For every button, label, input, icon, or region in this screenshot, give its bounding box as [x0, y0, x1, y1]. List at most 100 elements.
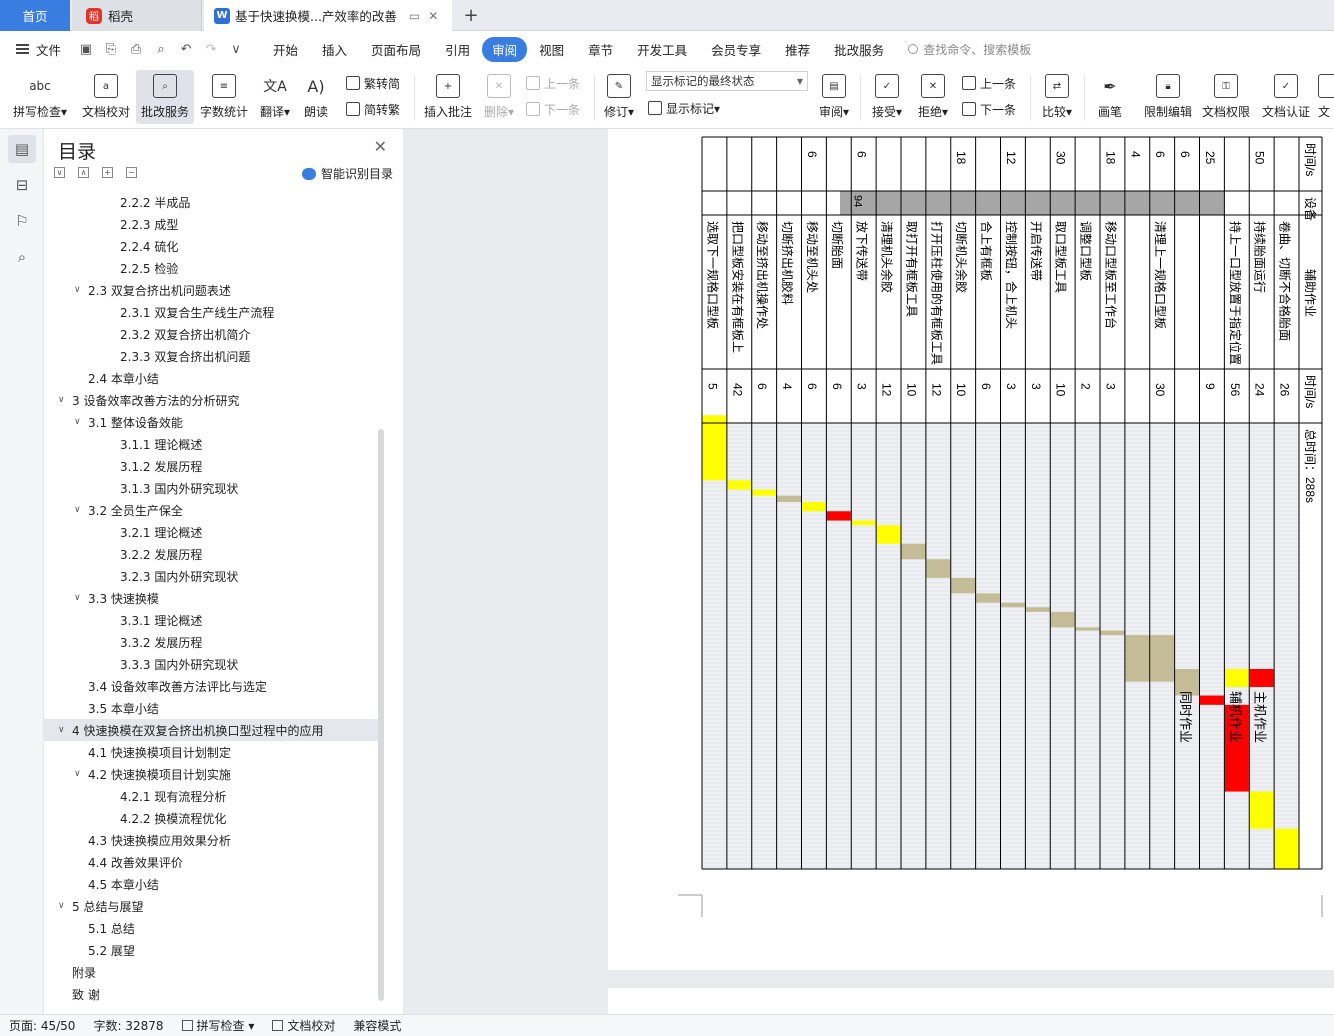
- toc-item[interactable]: 4.4 改善效果评价: [44, 851, 380, 873]
- remove-heading-icon[interactable]: −: [126, 167, 137, 178]
- track-changes-button[interactable]: ✎ 修订▾: [598, 70, 640, 124]
- page-indicator[interactable]: 页面: 45/50: [0, 1017, 84, 1034]
- doc-permission-button[interactable]: ⚿ 文档权限: [1198, 70, 1254, 124]
- redo-icon[interactable]: ↷: [204, 42, 218, 57]
- smart-toc-button[interactable]: 智能识别目录: [301, 165, 393, 182]
- status-doc-check[interactable]: 文档校对: [263, 1017, 344, 1034]
- print-icon[interactable]: ⎙: [129, 42, 143, 57]
- markup-state-select[interactable]: 显示标记的最终状态 ▼: [646, 71, 808, 91]
- toc-scrollbar[interactable]: [378, 429, 384, 1001]
- toc-item[interactable]: ∨ 4.2 快速换模项目计划实施: [44, 763, 380, 785]
- delete-comment-button[interactable]: ✕ 删除▾: [478, 70, 520, 124]
- tab-window-icon[interactable]: ▭: [409, 9, 420, 23]
- translate-button[interactable]: 文A 翻译▾: [254, 70, 296, 124]
- tab-close-icon[interactable]: ✕: [428, 9, 438, 23]
- next-comment-button[interactable]: 下一条: [526, 99, 580, 119]
- toc-item[interactable]: ∨ 4 快速换模在双复合挤出机换口型过程中的应用: [44, 719, 380, 741]
- toc-item[interactable]: 2.3.2 双复合挤出机简介: [44, 323, 380, 345]
- prev-change-button[interactable]: 上一条: [962, 73, 1016, 93]
- toc-item[interactable]: ∨ 3.2 全员生产保全: [44, 499, 380, 521]
- chevron-down-icon[interactable]: ∨: [74, 417, 88, 427]
- toc-item[interactable]: 3.4 设备效率改善方法评比与选定: [44, 675, 380, 697]
- toc-item[interactable]: 3.2.2 发展历程: [44, 543, 380, 565]
- collapse-all-icon[interactable]: ∨: [54, 167, 65, 178]
- read-aloud-button[interactable]: A) 朗读: [298, 70, 334, 124]
- toc-item[interactable]: 致 谢: [44, 983, 380, 1005]
- toc-item[interactable]: 4.2.1 现有流程分析: [44, 785, 380, 807]
- toc-item[interactable]: 3.1.2 发展历程: [44, 455, 380, 477]
- close-icon[interactable]: ✕: [374, 137, 387, 156]
- chevron-down-icon[interactable]: ∨: [74, 505, 88, 515]
- toc-item[interactable]: 4.5 本章小结: [44, 873, 380, 895]
- toc-item[interactable]: 3.1.3 国内外研究现状: [44, 477, 380, 499]
- add-heading-icon[interactable]: +: [102, 167, 113, 178]
- toc-item[interactable]: 2.3.1 双复合生产线生产流程: [44, 301, 380, 323]
- save-icon[interactable]: ▣: [79, 42, 93, 57]
- simp-to-trad-button[interactable]: 简转繁: [346, 99, 400, 119]
- toc-item[interactable]: ∨ 5 总结与展望: [44, 895, 380, 917]
- toc-item[interactable]: ∨ 3 设备效率改善方法的分析研究: [44, 389, 380, 411]
- expand-up-icon[interactable]: ∧: [78, 167, 89, 178]
- menu-tab-10[interactable]: 批改服务: [822, 37, 896, 62]
- show-markup-button[interactable]: 显示标记▾: [648, 98, 720, 118]
- chevron-down-icon[interactable]: ∨: [58, 725, 72, 735]
- tab-home[interactable]: 首页: [0, 0, 70, 31]
- reject-button[interactable]: ✕ 拒绝▾: [912, 70, 954, 124]
- insert-comment-button[interactable]: + 插入批注: [420, 70, 476, 124]
- menu-tab-2[interactable]: 页面布局: [359, 37, 433, 62]
- ribbon-overflow-item[interactable]: 文: [1318, 70, 1334, 124]
- export-pdf-icon[interactable]: ⎘: [104, 42, 118, 57]
- toc-item[interactable]: 3.1.1 理论概述: [44, 433, 380, 455]
- toc-item[interactable]: 4.1 快速换模项目计划制定: [44, 741, 380, 763]
- toc-item[interactable]: 3.5 本章小结: [44, 697, 380, 719]
- bookmark-icon[interactable]: ⚐: [8, 207, 36, 235]
- find-icon[interactable]: ⌕: [8, 243, 36, 271]
- toc-item[interactable]: 2.4 本章小结: [44, 367, 380, 389]
- tab-document[interactable]: W 基于快速换模...产效率的改善 ▭ ✕: [204, 0, 452, 31]
- toc-item[interactable]: ∨ 3.3 快速换模: [44, 587, 380, 609]
- restrict-edit-button[interactable]: 🔒︎ 限制编辑: [1140, 70, 1196, 124]
- new-tab-button[interactable]: +: [458, 0, 484, 31]
- word-count-button[interactable]: ≡ 字数统计: [196, 70, 252, 124]
- toc-item[interactable]: 3.2.1 理论概述: [44, 521, 380, 543]
- doc-check-button[interactable]: a 文档校对: [78, 70, 134, 124]
- menu-tab-3[interactable]: 引用: [433, 37, 482, 62]
- chevron-down-icon[interactable]: ∨: [74, 285, 88, 295]
- prev-comment-button[interactable]: 上一条: [526, 73, 580, 93]
- more-icon[interactable]: ∨: [229, 42, 243, 57]
- tab-docer[interactable]: 稻 稻壳: [72, 0, 202, 31]
- review-service-button[interactable]: ⌕ 批改服务: [136, 70, 194, 124]
- toc-item[interactable]: 3.3.2 发展历程: [44, 631, 380, 653]
- toc-item[interactable]: 3.3.1 理论概述: [44, 609, 380, 631]
- toc-item[interactable]: 3.3.3 国内外研究现状: [44, 653, 380, 675]
- toc-item[interactable]: ∨ 2.3 双复合挤出机问题表述: [44, 279, 380, 301]
- accept-button[interactable]: ✓ 接受▾: [866, 70, 908, 124]
- menu-tab-6[interactable]: 章节: [576, 37, 625, 62]
- command-search[interactable]: 查找命令、搜索模板: [908, 41, 1031, 58]
- toc-item[interactable]: 5.1 总结: [44, 917, 380, 939]
- menu-tab-8[interactable]: 会员专享: [699, 37, 773, 62]
- status-spell-check[interactable]: 拼写检查 ▾: [173, 1017, 264, 1034]
- toc-item[interactable]: 2.2.5 检验: [44, 257, 380, 279]
- menu-tab-1[interactable]: 插入: [310, 37, 359, 62]
- toc-item[interactable]: 2.2.2 半成品: [44, 191, 380, 213]
- spell-check-button[interactable]: abc 拼写检查▾: [8, 70, 72, 124]
- menu-tab-7[interactable]: 开发工具: [625, 37, 699, 62]
- toc-item[interactable]: 2.2.3 成型: [44, 213, 380, 235]
- menu-tab-5[interactable]: 视图: [527, 37, 576, 62]
- trad-to-simp-button[interactable]: 繁转简: [346, 73, 400, 93]
- toc-item[interactable]: ∨ 3.1 整体设备效能: [44, 411, 380, 433]
- undo-icon[interactable]: ↶: [179, 42, 193, 57]
- toc-item[interactable]: 2.2.4 硫化: [44, 235, 380, 257]
- chevron-down-icon[interactable]: ∨: [58, 395, 72, 405]
- pen-button[interactable]: ✒ 画笔: [1090, 70, 1130, 124]
- menu-tab-0[interactable]: 开始: [261, 37, 310, 62]
- toc-item[interactable]: 4.3 快速换模应用效果分析: [44, 829, 380, 851]
- file-menu[interactable]: 文件: [0, 40, 61, 59]
- chevron-down-icon[interactable]: ∨: [58, 901, 72, 911]
- print-preview-icon[interactable]: ⌕: [154, 42, 168, 57]
- chapter-panel-icon[interactable]: ⊟: [8, 171, 36, 199]
- chevron-down-icon[interactable]: ∨: [74, 593, 88, 603]
- review-pane-button[interactable]: ▤ 审阅▾: [814, 70, 854, 124]
- toc-panel-icon[interactable]: ▤: [8, 135, 36, 163]
